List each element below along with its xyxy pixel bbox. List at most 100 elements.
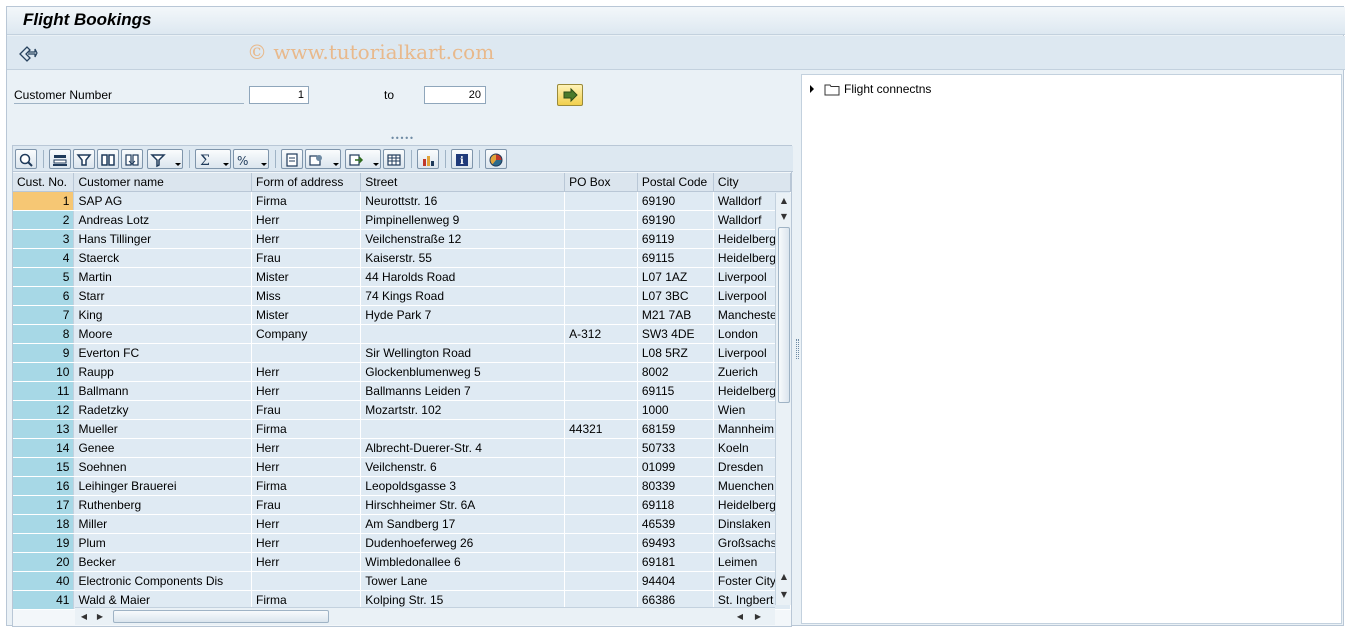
- table-cell[interactable]: Mueller: [73, 419, 252, 439]
- execute-button[interactable]: [557, 84, 583, 106]
- scroll-right-icon[interactable]: ▶: [751, 609, 765, 625]
- table-cell[interactable]: [564, 381, 638, 401]
- table-cell[interactable]: Frau: [251, 248, 362, 268]
- table-row[interactable]: 14 Genee Herr Albrecht-Duerer-Str. 4 50733 Ko…: [13, 438, 792, 458]
- table-cell[interactable]: Miss: [251, 286, 362, 306]
- scroll-down-icon[interactable]: ▼: [777, 587, 791, 603]
- table-cell[interactable]: Hans Tillinger: [73, 229, 252, 249]
- table-cell[interactable]: Martin: [73, 267, 252, 287]
- table-cell[interactable]: Hirschheimer Str. 6A: [360, 495, 566, 515]
- customer-number-from-input[interactable]: 1: [249, 86, 309, 104]
- info-icon[interactable]: i: [451, 149, 473, 169]
- table-cell[interactable]: [564, 191, 638, 211]
- table-cell[interactable]: [564, 514, 638, 534]
- execute-icon[interactable]: [17, 43, 39, 63]
- vertical-scrollbar[interactable]: ▲ ▼ ▲ ▼: [775, 193, 791, 605]
- table-cell[interactable]: 7: [13, 305, 75, 325]
- table-cell[interactable]: Plum: [73, 533, 252, 553]
- table-row[interactable]: 7 King Mister Hyde Park 7 M21 7AB Manchester: [13, 305, 792, 325]
- table-cell[interactable]: Herr: [251, 514, 362, 534]
- graphic-icon[interactable]: [417, 149, 439, 169]
- customer-number-to-input[interactable]: 20: [424, 86, 486, 104]
- table-cell[interactable]: Hyde Park 7: [360, 305, 566, 325]
- table-cell[interactable]: M21 7AB: [637, 305, 714, 325]
- table-cell[interactable]: Everton FC: [73, 343, 252, 363]
- table-cell[interactable]: 16: [13, 476, 75, 496]
- abc-analysis-icon[interactable]: [485, 149, 507, 169]
- table-cell[interactable]: Herr: [251, 533, 362, 553]
- table-cell[interactable]: Dudenhoeferweg 26: [360, 533, 566, 553]
- scroll-thumb[interactable]: [113, 610, 329, 623]
- table-cell[interactable]: Mister: [251, 267, 362, 287]
- column-header[interactable]: Postal Code: [637, 173, 714, 192]
- table-cell[interactable]: 68159: [637, 419, 714, 439]
- table-cell[interactable]: Soehnen: [73, 457, 252, 477]
- table-cell[interactable]: SW3 4DE: [637, 324, 714, 344]
- table-cell[interactable]: Frau: [251, 495, 362, 515]
- table-cell[interactable]: [564, 210, 638, 230]
- table-cell[interactable]: Herr: [251, 438, 362, 458]
- details-icon[interactable]: [15, 149, 37, 169]
- table-cell[interactable]: [564, 286, 638, 306]
- table-row[interactable]: 4 Staerck Frau Kaiserstr. 55 69115 Heidelberg: [13, 248, 792, 268]
- table-cell[interactable]: Ruthenberg: [73, 495, 252, 515]
- table-cell[interactable]: 13: [13, 419, 75, 439]
- column-header[interactable]: Cust. No.: [13, 173, 75, 192]
- table-cell[interactable]: Ballmanns Leiden 7: [360, 381, 566, 401]
- table-cell[interactable]: [564, 400, 638, 420]
- table-row[interactable]: 10 Raupp Herr Glockenblumenweg 5 8002 Zuerich: [13, 362, 792, 382]
- table-cell[interactable]: [564, 248, 638, 268]
- table-cell[interactable]: [564, 476, 638, 496]
- table-row[interactable]: 12 Radetzky Frau Mozartstr. 102 1000 Wien: [13, 400, 792, 420]
- table-cell[interactable]: 1000: [637, 400, 714, 420]
- total-icon[interactable]: Σ: [195, 149, 231, 169]
- table-cell[interactable]: 19: [13, 533, 75, 553]
- table-cell[interactable]: Am Sandberg 17: [360, 514, 566, 534]
- table-cell[interactable]: 3: [13, 229, 75, 249]
- table-cell[interactable]: [564, 362, 638, 382]
- table-cell[interactable]: Leihinger Brauerei: [73, 476, 252, 496]
- table-cell[interactable]: Herr: [251, 362, 362, 382]
- table-cell[interactable]: Herr: [251, 457, 362, 477]
- table-cell[interactable]: 1: [13, 191, 75, 211]
- table-cell[interactable]: Miller: [73, 514, 252, 534]
- column-header[interactable]: PO Box: [564, 173, 638, 192]
- table-row[interactable]: 20 Becker Herr Wimbledonallee 6 69181 Leimen: [13, 552, 792, 572]
- table-cell[interactable]: 6: [13, 286, 75, 306]
- table-cell[interactable]: Herr: [251, 381, 362, 401]
- export-icon[interactable]: [345, 149, 381, 169]
- table-cell[interactable]: [360, 419, 566, 439]
- table-cell[interactable]: Neurottstr. 16: [360, 191, 566, 211]
- table-cell[interactable]: [564, 495, 638, 515]
- table-cell[interactable]: 41: [13, 590, 75, 610]
- table-cell[interactable]: King: [73, 305, 252, 325]
- table-row[interactable]: 8 Moore Company A-312 SW3 4DE London: [13, 324, 792, 344]
- table-cell[interactable]: [564, 267, 638, 287]
- table-cell[interactable]: [360, 324, 566, 344]
- table-cell[interactable]: 69493: [637, 533, 714, 553]
- table-cell[interactable]: 80339: [637, 476, 714, 496]
- scroll-left-icon[interactable]: ◀: [733, 609, 747, 625]
- filter-icon[interactable]: [147, 149, 183, 169]
- table-cell[interactable]: L08 5RZ: [637, 343, 714, 363]
- table-cell[interactable]: Firma: [251, 419, 362, 439]
- scroll-down-icon[interactable]: ▼: [777, 209, 791, 225]
- table-cell[interactable]: Staerck: [73, 248, 252, 268]
- table-cell[interactable]: [251, 571, 362, 591]
- table-cell[interactable]: Firma: [251, 476, 362, 496]
- table-row[interactable]: 19 Plum Herr Dudenhoeferweg 26 69493 Großsach…: [13, 533, 792, 553]
- table-cell[interactable]: 74 Kings Road: [360, 286, 566, 306]
- table-cell[interactable]: [564, 533, 638, 553]
- table-cell[interactable]: Starr: [73, 286, 252, 306]
- table-cell[interactable]: Tower Lane: [360, 571, 566, 591]
- table-cell[interactable]: 9: [13, 343, 75, 363]
- table-cell[interactable]: 8: [13, 324, 75, 344]
- expand-arrow-icon[interactable]: [810, 85, 814, 93]
- table-cell[interactable]: 4: [13, 248, 75, 268]
- table-row[interactable]: 18 Miller Herr Am Sandberg 17 46539 Dinslaken: [13, 514, 792, 534]
- table-cell[interactable]: 69115: [637, 248, 714, 268]
- table-cell[interactable]: 20: [13, 552, 75, 572]
- table-row[interactable]: 3 Hans Tillinger Herr Veilchenstraße 12 6911…: [13, 229, 792, 249]
- table-cell[interactable]: [564, 457, 638, 477]
- table-cell[interactable]: 69181: [637, 552, 714, 572]
